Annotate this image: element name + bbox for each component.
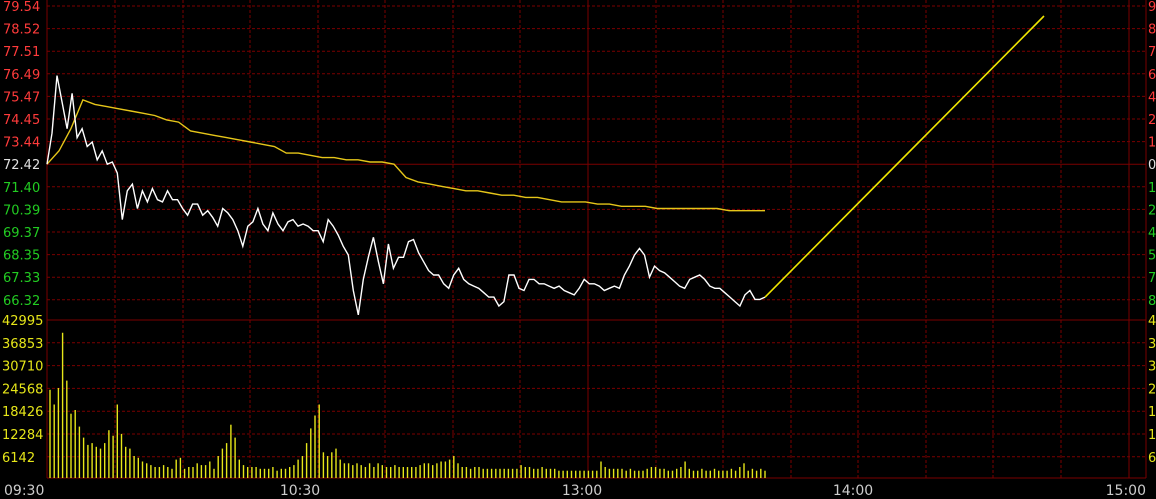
percent-tick-label: 2 <box>1148 203 1156 218</box>
price-tick-label: 74.45 <box>3 113 40 128</box>
percent-tick-label: 7 <box>1148 271 1156 286</box>
percent-tick-label: 0 <box>1148 158 1156 173</box>
left-axis-labels: 79.54 78.52 77.51 76.49 75.47 74.45 73.44 72.42… <box>2 0 43 466</box>
price-tick-label: 78.52 <box>3 23 40 38</box>
intraday-chart[interactable]: 79.54 78.52 77.51 76.49 75.47 74.45 73.44 72.42… <box>0 0 1156 499</box>
price-tick-label: 70.39 <box>3 203 40 218</box>
volume-right-label: 1 <box>1148 428 1156 443</box>
volume-right-label: 2 <box>1148 382 1156 397</box>
percent-tick-label: 5 <box>1148 249 1156 264</box>
price-tick-label: 73.44 <box>3 136 40 151</box>
percent-tick-label: 9 <box>1148 0 1156 15</box>
volume-tick-label: 42995 <box>2 314 43 329</box>
percent-tick-label: 2 <box>1148 113 1156 128</box>
chart-background <box>0 0 1156 499</box>
volume-tick-label: 18426 <box>2 405 43 420</box>
percent-tick-label: 1 <box>1148 181 1156 196</box>
percent-tick-label: 8 <box>1148 294 1156 309</box>
volume-right-label: 1 <box>1148 405 1156 420</box>
price-tick-label: 77.51 <box>3 45 40 60</box>
percent-tick-label: 4 <box>1148 226 1156 241</box>
percent-tick-label: 7 <box>1148 45 1156 60</box>
percent-tick-label: 1 <box>1148 136 1156 151</box>
price-tick-label: 71.40 <box>3 181 40 196</box>
price-tick-label: 69.37 <box>3 226 40 241</box>
volume-tick-label: 24568 <box>2 382 43 397</box>
time-tick-label: 14:00 <box>833 483 873 499</box>
right-axis-labels: 9 8 7 6 4 2 1 0 1 2 4 5 7 8 4 3 3 2 1 1 6 <box>1148 0 1156 466</box>
volume-right-label: 3 <box>1148 360 1156 375</box>
volume-tick-label: 30710 <box>2 360 43 375</box>
volume-right-label: 4 <box>1148 314 1156 329</box>
price-tick-label: 79.54 <box>3 0 40 15</box>
percent-tick-label: 6 <box>1148 68 1156 83</box>
percent-tick-label: 8 <box>1148 23 1156 38</box>
volume-tick-label: 6142 <box>2 451 35 466</box>
price-tick-label: 72.42 <box>3 158 40 173</box>
time-tick-label: 13:00 <box>562 483 602 499</box>
volume-right-label: 6 <box>1148 451 1156 466</box>
percent-tick-label: 4 <box>1148 90 1156 105</box>
price-tick-label: 68.35 <box>3 249 40 264</box>
price-tick-label: 67.33 <box>3 271 40 286</box>
time-tick-label: 15:00 <box>1106 483 1146 499</box>
volume-right-label: 3 <box>1148 337 1156 352</box>
price-tick-label: 75.47 <box>3 90 40 105</box>
volume-tick-label: 12284 <box>2 428 43 443</box>
time-tick-label: 09:30 <box>4 483 44 499</box>
volume-tick-label: 36853 <box>2 337 43 352</box>
price-tick-label: 66.32 <box>3 294 40 309</box>
price-tick-label: 76.49 <box>3 68 40 83</box>
time-tick-label: 10:30 <box>280 483 320 499</box>
